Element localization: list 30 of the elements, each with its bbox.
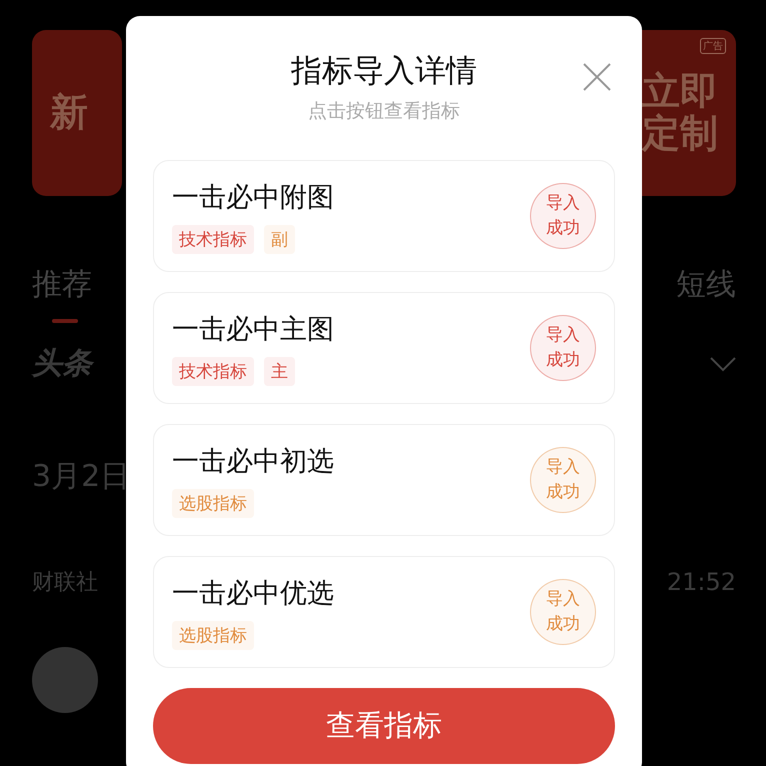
indicator-tag: 主	[264, 356, 295, 386]
feed-tab[interactable]: 推荐	[32, 264, 92, 323]
indicator-tag: 技术指标	[172, 224, 254, 254]
import-success-stamp: 导入 成功	[530, 315, 596, 381]
indicator-name: 一击必中主图	[172, 312, 334, 346]
indicator-tag: 选股指标	[172, 620, 254, 650]
ad-badge: 广告	[700, 38, 726, 54]
import-success-stamp: 导入 成功	[530, 447, 596, 513]
feed-tab[interactable]: 短线	[676, 264, 736, 323]
indicator-name: 一击必中优选	[172, 576, 334, 610]
news-source: 财联社	[32, 569, 98, 597]
news-date: 3月2日	[32, 458, 130, 496]
banner-ad[interactable]: 新	[32, 30, 122, 196]
indicator-tag: 选股指标	[172, 488, 254, 518]
indicator-name: 一击必中初选	[172, 444, 334, 478]
indicator-name: 一击必中附图	[172, 180, 334, 214]
import-success-stamp: 导入 成功	[530, 579, 596, 645]
close-icon[interactable]	[582, 62, 612, 92]
news-time: 21:52	[666, 568, 736, 596]
dialog-title: 指标导入详情	[291, 52, 477, 91]
banner-text: 定制	[642, 113, 718, 155]
import-success-stamp: 导入 成功	[530, 183, 596, 249]
dialog-subtitle: 点击按钮查看指标	[308, 99, 460, 124]
headline-logo: 头条	[32, 343, 92, 384]
view-indicators-button[interactable]: 查看指标	[153, 688, 615, 764]
banner-text: 立即	[642, 71, 718, 113]
chevron-down-icon[interactable]	[710, 356, 736, 372]
indicator-tag: 副	[264, 224, 295, 254]
banner-text: 新	[50, 92, 88, 134]
indicator-tag: 技术指标	[172, 356, 254, 386]
